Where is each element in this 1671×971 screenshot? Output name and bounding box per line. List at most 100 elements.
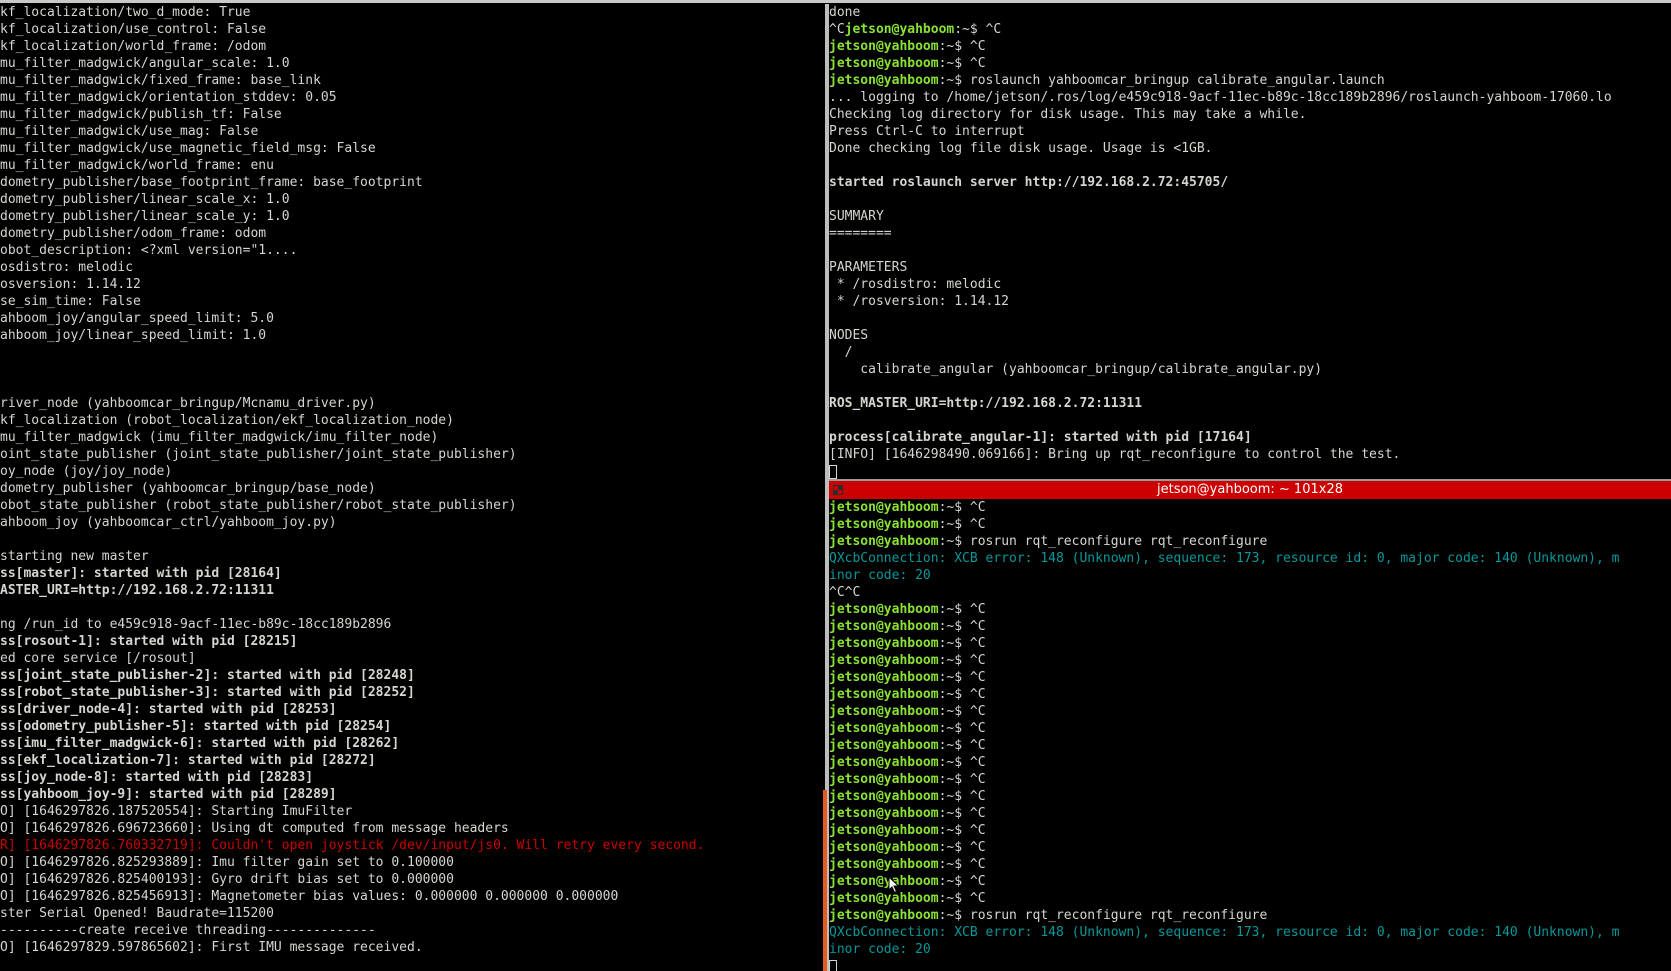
terminal-line: jetson@yahboom:~$ ^C xyxy=(829,618,1671,635)
terminal-line: ======== xyxy=(829,225,1671,242)
terminal-line: Press Ctrl-C to interrupt xyxy=(829,123,1671,140)
terminal-line: jetson@yahboom:~$ rosrun rqt_reconfigure… xyxy=(829,533,1671,550)
terminal-line: SUMMARY xyxy=(829,208,1671,225)
shell-prompt: jetson@yahboom xyxy=(829,891,939,906)
terminal-line: dometry_publisher (yahboomcar_bringup/ba… xyxy=(0,481,376,496)
line-text: inor code: 20 xyxy=(829,942,931,957)
line-text: [INFO] [1646298490.069166]: Bring up rqt… xyxy=(829,447,1401,462)
line-text: calibrate_angular (yahboomcar_bringup/ca… xyxy=(829,362,1323,377)
line-text: :~$ ^C xyxy=(938,602,986,617)
terminal-title-bar[interactable]: jetson@yahboom: ~ 101x28 xyxy=(829,481,1671,499)
line-text: :~$ ^C xyxy=(938,39,986,54)
line-text: QXcbConnection: XCB error: 148 (Unknown)… xyxy=(829,551,1620,566)
terminal-line: mu_filter_madgwick/orientation_stddev: 0… xyxy=(0,90,337,105)
terminal-line: ... logging to /home/jetson/.ros/log/e45… xyxy=(829,89,1671,106)
line-text: :~$ ^C xyxy=(938,772,986,787)
terminal-line: osversion: 1.14.12 xyxy=(0,277,141,292)
terminal-line xyxy=(829,463,1671,479)
line-text: :~$ ^C xyxy=(938,857,986,872)
line-text: NODES xyxy=(829,328,869,343)
terminal-line: mu_filter_madgwick (imu_filter_madgwick/… xyxy=(0,430,439,445)
terminal-line: dometry_publisher/base_footprint_frame: … xyxy=(0,175,423,190)
terminal-line: ss[odometry_publisher-5]: started with p… xyxy=(0,719,392,734)
terminal-line: ng /run_id to e459c918-9acf-11ec-b89c-18… xyxy=(0,617,392,632)
terminal-line: * /rosversion: 1.14.12 xyxy=(829,293,1671,310)
shell-prompt: jetson@yahboom xyxy=(829,517,939,532)
line-text: ... logging to /home/jetson/.ros/log/e45… xyxy=(829,90,1612,105)
terminal-line: inor code: 20 xyxy=(829,567,1671,584)
terminal-line: starting new master xyxy=(0,549,149,564)
shell-prompt: jetson@yahboom xyxy=(829,823,939,838)
terminal-line: jetson@yahboom:~$ ^C xyxy=(829,686,1671,703)
terminal-line: mu_filter_madgwick/fixed_frame: base_lin… xyxy=(0,73,321,88)
mouse-pointer-icon xyxy=(888,876,900,894)
terminal-line: ss[joy_node-8]: started with pid [28283] xyxy=(0,770,314,785)
terminal-line: calibrate_angular (yahboomcar_bringup/ca… xyxy=(829,361,1671,378)
shell-prompt: jetson@yahboom xyxy=(829,908,939,923)
shell-prompt: jetson@yahboom xyxy=(829,534,939,549)
terminal-line: PARAMETERS xyxy=(829,259,1671,276)
line-text: :~$ ^C xyxy=(938,619,986,634)
shell-prompt: jetson@yahboom xyxy=(829,56,939,71)
shell-prompt: jetson@yahboom xyxy=(829,789,939,804)
line-text: :~$ ^C xyxy=(938,56,986,71)
terminal-line: ahboom_joy/angular_speed_limit: 5.0 xyxy=(0,311,274,326)
terminal-line: jetson@yahboom:~$ ^C xyxy=(829,805,1671,822)
terminal-line: mu_filter_madgwick/world_frame: enu xyxy=(0,158,274,173)
line-text: * /rosdistro: melodic xyxy=(829,277,1002,292)
terminal-line: jetson@yahboom:~$ ^C xyxy=(829,822,1671,839)
line-text: :~$ ^C xyxy=(938,500,986,515)
line-text: SUMMARY xyxy=(829,209,884,224)
line-text: :~$ ^C xyxy=(954,22,1002,37)
terminal-line: kf_localization (robot_localization/ekf_… xyxy=(0,413,454,428)
terminal-line: inor code: 20 xyxy=(829,941,1671,958)
terminal-line: ed core service [/rosout] xyxy=(0,651,196,666)
line-text: * /rosversion: 1.14.12 xyxy=(829,294,1010,309)
terminal-line: kf_localization/two_d_mode: True xyxy=(0,5,251,20)
terminal-line: dometry_publisher/linear_scale_y: 1.0 xyxy=(0,209,290,224)
shell-prompt: jetson@yahboom xyxy=(829,653,939,668)
terminal-pane-left[interactable]: kf_localization/two_d_mode: True kf_local… xyxy=(0,4,826,971)
terminal-line: mu_filter_madgwick/publish_tf: False xyxy=(0,107,282,122)
terminal-line: obot_description: <?xml version="1.... xyxy=(0,243,298,258)
line-text: Done checking log file disk usage. Usage… xyxy=(829,141,1213,156)
shell-prompt: jetson@yahboom xyxy=(829,738,939,753)
terminal-line: oy_node (joy/joy_node) xyxy=(0,464,173,479)
terminal-line: jetson@yahboom:~$ ^C xyxy=(829,737,1671,754)
terminal-line: ss[imu_filter_madgwick-6]: started with … xyxy=(0,736,400,751)
terminal-line: dometry_publisher/odom_frame: odom xyxy=(0,226,267,241)
pane-divider-highlight xyxy=(823,790,827,971)
line-text: Checking log directory for disk usage. T… xyxy=(829,107,1307,122)
shell-prompt: jetson@yahboom xyxy=(829,806,939,821)
line-text: :~$ ^C xyxy=(938,517,986,532)
terminal-line: jetson@yahboom:~$ ^C xyxy=(829,499,1671,516)
terminal-line: * /rosdistro: melodic xyxy=(829,276,1671,293)
line-text: :~$ rosrun rqt_reconfigure rqt_reconfigu… xyxy=(938,534,1268,549)
line-text: :~$ ^C xyxy=(938,738,986,753)
terminal-line: done xyxy=(829,4,1671,21)
shell-prompt: jetson@yahboom xyxy=(829,704,939,719)
terminal-line: obot_state_publisher (robot_state_publis… xyxy=(0,498,517,513)
terminal-line: jetson@yahboom:~$ ^C xyxy=(829,652,1671,669)
terminal-line: mu_filter_madgwick/use_magnetic_field_ms… xyxy=(0,141,376,156)
line-text: started roslaunch server http://192.168.… xyxy=(829,175,1229,190)
terminal-line: jetson@yahboom:~$ ^C xyxy=(829,754,1671,771)
terminal-line: ^C^C xyxy=(829,584,1671,601)
terminal-line: process[calibrate_angular-1]: started wi… xyxy=(829,429,1671,446)
line-text: :~$ ^C xyxy=(938,755,986,770)
terminal-line: QXcbConnection: XCB error: 148 (Unknown)… xyxy=(829,924,1671,941)
terminal-pane-bottom-right[interactable]: jetson@yahboom:~$ ^C jetson@yahboom:~$ ^C… xyxy=(829,499,1671,971)
terminal-pane-top-right[interactable]: done ^Cjetson@yahboom:~$ ^C jetson@yahboom… xyxy=(829,4,1671,479)
line-text: :~$ ^C xyxy=(938,704,986,719)
terminal-line: ss[master]: started with pid [28164] xyxy=(0,566,282,581)
terminal-line: jetson@yahboom:~$ rosrun rqt_reconfigure… xyxy=(829,907,1671,924)
line-text: / xyxy=(829,345,853,360)
terminal-line: O] [1646297826.825456913]: Magnetometer … xyxy=(0,889,619,904)
line-text: ROS_MASTER_URI=http://192.168.2.72:11311 xyxy=(829,396,1143,411)
